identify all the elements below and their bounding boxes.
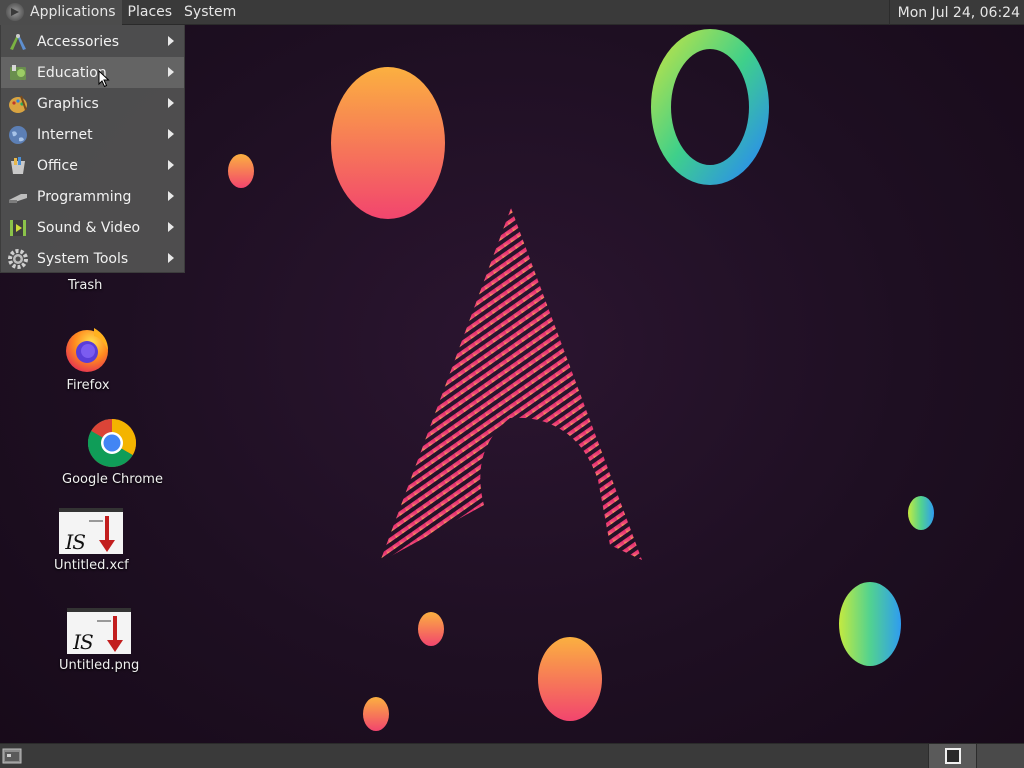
workspace-switcher [928,744,1024,768]
menu-item-accessories[interactable]: Accessories [1,26,184,57]
blue-green-dot [908,496,934,530]
desktop-icon-trash[interactable]: Trash [68,274,102,293]
submenu-arrow-icon [168,129,174,139]
submenu-arrow-icon [168,98,174,108]
desktop-icon-firefox[interactable]: Firefox [64,326,112,393]
menu-item-sound-video[interactable]: Sound & Video [1,212,184,243]
desktop-icon-label: Untitled.png [59,658,140,673]
orange-dot [418,612,444,646]
workspace-2[interactable] [976,744,1024,768]
blue-green-oval [839,582,901,666]
workspace-window-icon [944,748,961,764]
desktop-icon-label: Trash [68,278,103,293]
places-menu-button[interactable]: Places [122,0,179,25]
orange-oval-medium [538,637,602,721]
menu-item-label: Sound & Video [37,219,141,236]
top-panel: Applications Places System Mon Jul 24, 0… [0,0,1024,25]
thumbnail-detail [97,620,112,622]
menu-item-label: Programming [37,188,132,205]
desktop-icon-untitled-png[interactable]: IS Untitled.png [59,608,139,673]
desktop-icon-label: Firefox [66,378,110,393]
thumbnail-arrow-head [99,540,116,552]
menu-item-system-tools[interactable]: System Tools [1,243,184,274]
firefox-icon [66,328,108,372]
desktop-icon-google-chrome[interactable]: Google Chrome [62,418,163,487]
menu-item-label: Internet [37,126,93,143]
accessories-icon [7,31,29,53]
menu-item-programming[interactable]: Programming [1,181,184,212]
desktop-icon-label: Google Chrome [62,472,163,487]
gradient-ring [651,29,769,185]
graphics-icon [7,93,29,115]
orange-dot [363,697,389,731]
desktop-icon-untitled-xcf[interactable]: IS Untitled.xcf [54,508,129,573]
clock[interactable]: Mon Jul 24, 06:24 [888,0,1024,25]
bottom-panel [0,743,1024,768]
arch-logo [380,208,642,562]
menu-item-education[interactable]: Education [1,57,184,88]
education-icon [7,62,29,84]
thumbnail-text: IS [65,530,86,554]
thumbnail-text: IS [73,630,94,654]
menu-item-office[interactable]: Office [1,150,184,181]
mouse-cursor-icon [98,70,110,88]
applications-menu-button[interactable]: Applications [0,0,122,25]
internet-globe-icon [7,124,29,146]
system-menu-button[interactable]: System [178,0,242,25]
menu-item-label: Office [37,157,78,174]
desktop-icon-label: Untitled.xcf [54,558,129,573]
submenu-arrow-icon [168,253,174,263]
menu-item-label: Accessories [37,33,120,50]
places-menu-label: Places [127,4,173,20]
menu-item-internet[interactable]: Internet [1,119,184,150]
orange-oval-large [331,67,445,219]
office-icon [7,155,29,177]
submenu-arrow-icon [168,191,174,201]
show-desktop-icon[interactable] [2,747,22,765]
thumbnail-detail [89,520,104,522]
submenu-arrow-icon [168,222,174,232]
menu-item-label: Education [37,64,107,81]
system-menu-label: System [184,4,237,20]
workspace-1[interactable] [928,744,976,768]
image-thumbnail-icon: IS [59,508,124,554]
system-tools-gear-icon [7,248,29,270]
image-thumbnail-icon: IS [67,608,132,654]
orange-dot [228,154,254,188]
distro-logo-icon [6,3,24,21]
applications-menu-label: Applications [30,4,116,20]
menu-item-label: Graphics [37,95,99,112]
submenu-arrow-icon [168,160,174,170]
menu-item-label: System Tools [37,250,129,267]
submenu-arrow-icon [168,36,174,46]
chrome-icon [88,419,137,468]
thumbnail-arrow-head [107,640,124,652]
applications-menu: Accessories Education Graphics Internet … [0,25,185,273]
menu-item-graphics[interactable]: Graphics [1,88,184,119]
programming-icon [7,186,29,208]
sound-video-icon [7,217,29,239]
submenu-arrow-icon [168,67,174,77]
